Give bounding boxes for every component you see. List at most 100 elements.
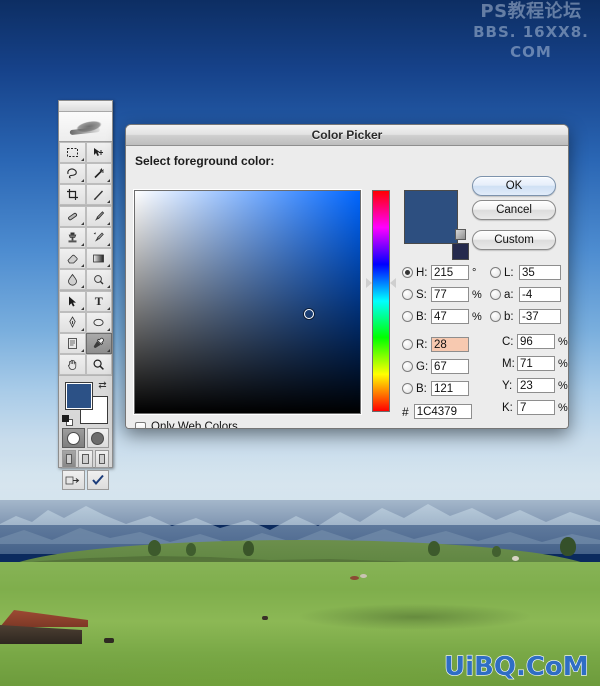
- hue-spectrum[interactable]: [372, 190, 390, 412]
- current-color-swatch[interactable]: [452, 243, 469, 260]
- color-picker-dialog[interactable]: Color Picker Select foreground color: OK…: [125, 124, 569, 429]
- input-r[interactable]: 28: [431, 337, 469, 352]
- tool-flyout-indicator: [107, 349, 110, 352]
- tool-flyout-indicator: [107, 243, 110, 246]
- input-s[interactable]: 77: [431, 287, 469, 302]
- field-row-g[interactable]: G: 67: [402, 357, 469, 376]
- only-web-colors-checkbox[interactable]: [135, 421, 146, 428]
- input-h[interactable]: 215: [431, 265, 469, 280]
- standard-mode-button[interactable]: [62, 428, 85, 448]
- color-swatches[interactable]: ⇄: [62, 380, 109, 426]
- tool-flyout-indicator: [80, 179, 84, 182]
- tool-magic-wand[interactable]: [85, 163, 112, 184]
- field-row-r[interactable]: R: 28: [402, 335, 469, 354]
- radio-r[interactable]: [402, 339, 413, 350]
- tool-group-selection: [59, 142, 112, 206]
- radio-a[interactable]: [490, 289, 501, 300]
- radio-b-lab[interactable]: [490, 311, 501, 322]
- tool-flyout-indicator: [107, 285, 110, 288]
- tool-crop[interactable]: [59, 184, 86, 205]
- quick-mask-mode-button[interactable]: [86, 428, 109, 448]
- color-preview-swatch[interactable]: [404, 190, 458, 244]
- input-a[interactable]: -4: [519, 287, 561, 302]
- input-m[interactable]: 71: [517, 356, 555, 371]
- done-check-button[interactable]: [86, 470, 109, 490]
- jump-to-imageready-button[interactable]: [62, 470, 85, 490]
- tool-blur[interactable]: [59, 269, 86, 290]
- tool-brush[interactable]: [85, 206, 112, 227]
- tool-clone-stamp[interactable]: [59, 227, 86, 248]
- tool-marquee[interactable]: [59, 142, 86, 163]
- tool-hand[interactable]: [59, 354, 86, 375]
- radio-g[interactable]: [402, 361, 413, 372]
- jump-to-buttons[interactable]: [62, 470, 109, 490]
- screen-mode-buttons[interactable]: [62, 450, 109, 468]
- input-l[interactable]: 35: [519, 265, 561, 280]
- input-b-lab[interactable]: -37: [519, 309, 561, 324]
- tool-lasso[interactable]: [59, 163, 86, 184]
- tool-eraser[interactable]: [59, 248, 86, 269]
- cancel-button[interactable]: Cancel: [472, 200, 556, 220]
- input-g[interactable]: 67: [431, 359, 469, 374]
- swap-colors-icon[interactable]: ⇄: [97, 380, 108, 391]
- label-a: a:: [504, 288, 514, 301]
- tool-gradient[interactable]: [85, 248, 112, 269]
- radio-b-hsb[interactable]: [402, 311, 413, 322]
- hex-field-row[interactable]: # 1C4379: [402, 404, 472, 419]
- default-colors-icon[interactable]: [62, 415, 73, 426]
- saturation-value-field[interactable]: [134, 190, 361, 414]
- radio-h[interactable]: [402, 267, 413, 278]
- field-row-b-lab[interactable]: b: -37: [490, 307, 561, 326]
- field-row-l[interactable]: L: 35: [490, 263, 561, 282]
- field-row-k[interactable]: K: 7 %: [502, 398, 568, 417]
- field-row-s[interactable]: S: 77 %: [402, 285, 482, 304]
- tool-pen[interactable]: [59, 312, 86, 333]
- input-b-rgb[interactable]: 121: [431, 381, 469, 396]
- tool-notes[interactable]: [59, 333, 86, 354]
- photoshop-tools-palette[interactable]: T ⇄: [58, 100, 113, 490]
- field-row-a[interactable]: a: -4: [490, 285, 561, 304]
- tool-move[interactable]: [85, 142, 112, 163]
- tool-path-selection[interactable]: [59, 291, 86, 312]
- input-y[interactable]: 23: [517, 378, 555, 393]
- radio-b-rgb[interactable]: [402, 383, 413, 394]
- hue-slider[interactable]: [366, 190, 396, 412]
- input-k[interactable]: 7: [517, 400, 555, 415]
- hue-marker-right-icon[interactable]: [390, 278, 396, 288]
- input-c[interactable]: 96: [517, 334, 555, 349]
- dialog-titlebar[interactable]: Color Picker: [126, 125, 568, 146]
- input-hex[interactable]: 1C4379: [413, 404, 472, 419]
- radio-l[interactable]: [490, 267, 501, 278]
- fullscreen-menubar-button[interactable]: [78, 450, 93, 468]
- web-safe-cube-icon[interactable]: [454, 228, 467, 241]
- tool-shape[interactable]: [85, 312, 112, 333]
- label-k: K:: [502, 401, 513, 414]
- tool-eyedropper[interactable]: [85, 333, 112, 354]
- label-b-rgb: B:: [416, 382, 427, 395]
- tool-history-brush[interactable]: [85, 227, 112, 248]
- tool-slice[interactable]: [85, 184, 112, 205]
- unit-b-hsb: %: [472, 310, 482, 323]
- mask-mode-buttons[interactable]: [62, 428, 109, 448]
- tool-dodge[interactable]: [85, 269, 112, 290]
- tool-healing-brush[interactable]: [59, 206, 86, 227]
- radio-s[interactable]: [402, 289, 413, 300]
- only-web-colors-row[interactable]: Only Web Colors: [135, 421, 238, 428]
- field-row-h[interactable]: H: 215 °: [402, 263, 476, 282]
- field-row-y[interactable]: Y: 23 %: [502, 376, 568, 395]
- foreground-color-swatch[interactable]: [65, 382, 93, 410]
- input-b-hsb[interactable]: 47: [431, 309, 469, 324]
- hue-marker-left-icon[interactable]: [366, 278, 372, 288]
- custom-button[interactable]: Custom: [472, 230, 556, 250]
- field-row-m[interactable]: M: 71 %: [502, 354, 568, 373]
- ok-button[interactable]: OK: [472, 176, 556, 196]
- tool-type[interactable]: T: [85, 291, 112, 312]
- field-row-c[interactable]: C: 96 %: [502, 332, 568, 351]
- standard-screen-button[interactable]: [62, 450, 77, 468]
- fullscreen-button[interactable]: [94, 450, 109, 468]
- color-field-marker[interactable]: [304, 309, 314, 319]
- palette-titlebar[interactable]: [59, 101, 112, 112]
- tool-zoom[interactable]: [85, 354, 112, 375]
- field-row-b-hsb[interactable]: B: 47 %: [402, 307, 482, 326]
- field-row-b-rgb[interactable]: B: 121: [402, 379, 469, 398]
